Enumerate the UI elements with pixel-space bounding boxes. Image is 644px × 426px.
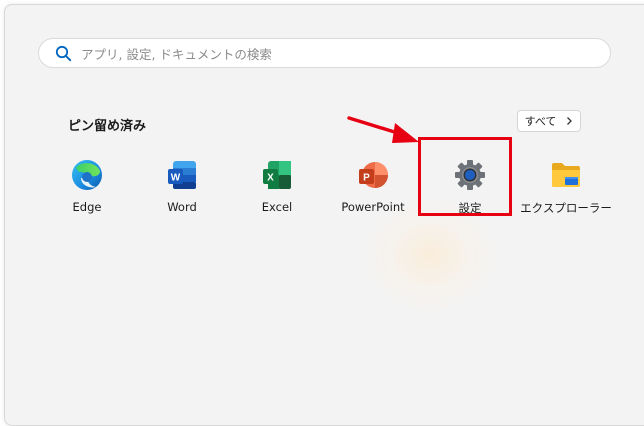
all-apps-label: すべて [524,115,557,128]
excel-icon: X [259,157,295,193]
app-label-edge: Edge [72,200,102,214]
powerpoint-icon: P [355,157,391,193]
pinned-app-word[interactable]: W Word [134,157,230,214]
pinned-app-excel[interactable]: X Excel [229,157,325,214]
app-label-excel: Excel [261,200,293,214]
chevron-right-icon [566,116,573,126]
word-icon: W [164,157,200,193]
search-placeholder: アプリ, 設定, ドキュメントの検索 [81,46,272,62]
pinned-app-powerpoint[interactable]: P PowerPoint [325,157,421,214]
pinned-app-explorer[interactable]: エクスプローラー [518,157,614,216]
app-label-explorer: エクスプローラー [520,201,612,215]
svg-text:W: W [171,173,181,184]
svg-text:X: X [267,173,274,184]
all-apps-button[interactable]: すべて [517,110,581,132]
app-label-powerpoint: PowerPoint [341,200,405,214]
background-glow [365,200,495,310]
edge-icon [69,157,105,193]
start-menu: アプリ, 設定, ドキュメントの検索 ピン留め済み すべて Edge W Wor… [4,4,644,426]
app-label-word: Word [167,200,197,214]
red-arrow-icon [347,116,419,143]
search-box[interactable]: アプリ, 設定, ドキュメントの検索 [38,38,611,68]
search-icon [54,44,72,62]
folder-icon [548,157,584,193]
svg-text:P: P [363,173,370,184]
pinned-app-edge[interactable]: Edge [39,157,135,214]
settings-highlight-box [418,137,512,216]
pinned-section-title: ピン留め済み [68,119,147,134]
